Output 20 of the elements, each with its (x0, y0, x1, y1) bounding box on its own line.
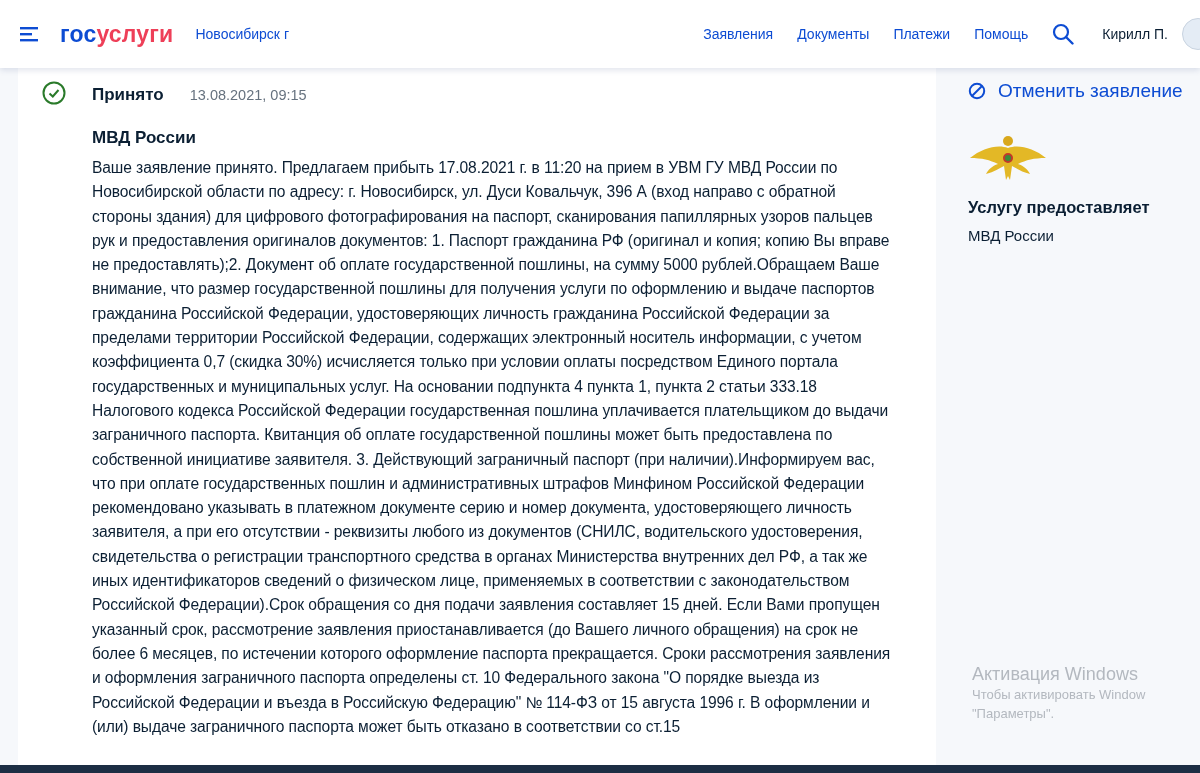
city-link[interactable]: Новосибирск г (195, 26, 289, 42)
nav-link[interactable]: Заявления (703, 26, 774, 42)
nav-link[interactable]: Помощь (974, 26, 1029, 42)
site-logo[interactable]: госуслуги (60, 20, 174, 48)
nav-link[interactable]: Платежи (893, 26, 951, 42)
eagle-emblem-icon (968, 134, 1048, 182)
windows-activation-title: Активация Windows (972, 664, 1139, 685)
status-date: 13.08.2021, 09:15 (189, 87, 307, 103)
provider-name: МВД России (968, 227, 1054, 244)
cancel-icon (968, 82, 986, 100)
status-label: Принято (92, 85, 164, 105)
provider-heading: Услугу предоставляет (968, 198, 1150, 217)
nav-link[interactable]: Документы (797, 26, 870, 42)
search-icon[interactable] (1052, 23, 1075, 45)
message-title: МВД России (92, 128, 197, 148)
user-name[interactable]: Кирилл П. (1102, 26, 1168, 42)
cancel-application-link[interactable]: Отменить заявление (968, 80, 1183, 102)
menu-icon[interactable] (20, 26, 40, 42)
message-text: Ваше заявление принято. Предлагаем прибыть 17.08.2021 г. в 11:20 на прием в УВМ ГУ МВД России по Новосибирской области по адресу: г. Новосибирск, ул. Дуси Ковальчук, 396 А (вход направо с обратной стороны здания) для цифрового фотографирования на паспорт, сканирования папиллярных узоров пальцев рук и предоставления оригиналов документов: 1. Паспорт гражданина РФ (оригинал и копия; копию Вы вправе не предоставлять);2. Документ об оплате государственной пошлины, на сумму 5000 рублей.Обращаем Ваше внимание, что размер государственной пошлины для получения услуги по оформлению и выдаче паспортов гражданина Российской Федерации, удостоверяющих личность гражданина Российской Федерации за пределами территории Российской Федерации, содержащих электронный носитель информации, с учетом коэффициента 0,7 (скидка 30%) исчисляется только при условии оплаты посредством Единого портала государственных и муниципальных услуг. На основании подпункта 4 пункта 1, пункта 2 статьи 333.18 Налогового кодекса Российской Федерации государственная пошлина уплачивается плательщиком до выдачи заграничного паспорта. Квитанция об оплате государственной пошлины может быть предоставлена по собственной инициативе заявителя. 3. Действующий заграничный паспорт (при наличии).Информируем вас, что при оплате государственных пошлин и административных штрафов Минфином Российской Федерации рекомендовано указывать в платежном документе серию и номер документа, удостоверяющего личность заявителя, а при его отсутствии - реквизиты любого из документов (СНИЛС, водительского удостоверения, свидетельства о регистрации транспортного средства в органах Министерства внутренних дел РФ, а так же иных идентификаторов сведений о физическом лице, применяемых в соответствии с законодательством Российской Федерации).Срок обращения со дня подачи заявления составляет 15 дней. Если Вами пропущен указанный срок, рассмотрение заявления приостанавливается (до Вашего личного обращения) на срок не более 6 месяцев, по истечении которого оформление паспорта прекращается. Сроки рассмотрения заявления и оформления заграничного паспорта определены ст. 10 Федерального закона "О порядке выезда из Российской Федерации и въезда в Российскую Федерацию" № 114-ФЗ от 15 августа 1996 г. В оформлении и (или) выдаче заграничного паспорта может быть отказано в соответствии со ст.15 (92, 158, 892, 737)
windows-activation-text: Чтобы активировать Window "Параметры". (972, 686, 1146, 723)
